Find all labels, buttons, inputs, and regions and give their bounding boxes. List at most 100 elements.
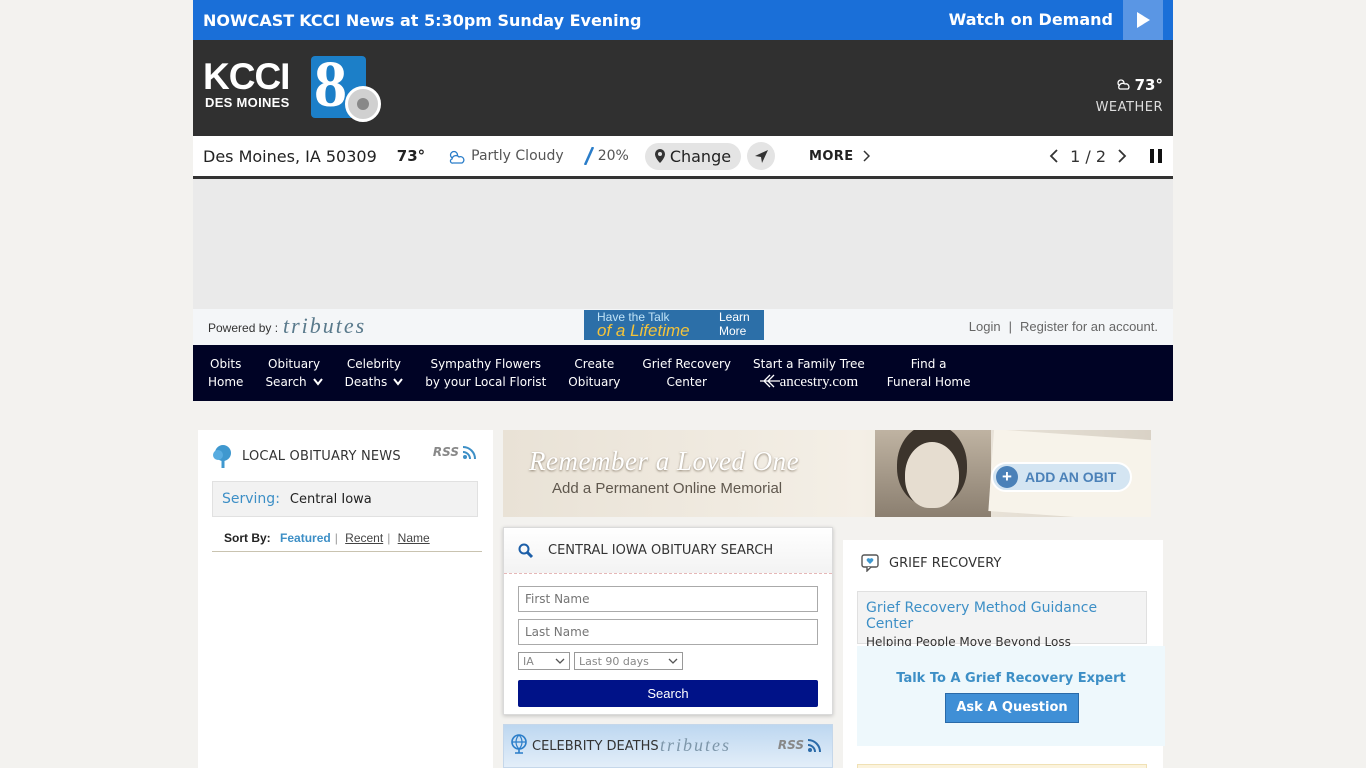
chevron-down-icon <box>393 378 403 386</box>
cbs-eye-icon <box>345 86 381 122</box>
nowcast-title[interactable]: KCCI News at 5:30pm Sunday Evening <box>299 11 641 30</box>
range-value: Last 90 days <box>579 654 649 668</box>
nav-line1: Start a Family Tree <box>753 357 865 371</box>
rss-label: RSS <box>432 445 459 459</box>
map-pin-icon <box>654 149 665 163</box>
obituary-search-panel: CENTRAL IOWA OBITUARY SEARCH IA Last 90 … <box>503 527 833 715</box>
page-wrapper: NOWCAST KCCI News at 5:30pm Sunday Eveni… <box>193 0 1173 401</box>
rss-icon <box>463 446 476 459</box>
logo-subtext: DES MOINES <box>205 95 290 110</box>
serving-label: Serving: <box>222 491 280 507</box>
nav-line1: Create <box>574 357 615 371</box>
remember-loved-one-banner[interactable]: Remember a Loved One Add a Permanent Onl… <box>503 430 1151 517</box>
chevron-left-icon[interactable] <box>1049 149 1058 163</box>
nav-obituary-search[interactable]: Obituary Search <box>254 355 333 391</box>
weather-condition-text: Partly Cloudy <box>471 148 564 164</box>
kcci-logo[interactable]: KCCI DES MOINES 8 <box>203 50 388 122</box>
station-header: KCCI DES MOINES 8 73° WEATHER <box>193 40 1173 136</box>
panel-title: LOCAL OBITUARY NEWS <box>242 448 401 464</box>
nav-create-obituary[interactable]: Create Obituary <box>557 355 631 391</box>
sort-name-link[interactable]: Name <box>398 531 430 545</box>
header-weather-temp: 73° <box>1096 76 1163 94</box>
change-location-button[interactable]: Change <box>644 142 742 170</box>
banner-headline: Remember a Loved One <box>529 446 800 476</box>
change-label: Change <box>669 146 732 166</box>
obituary-nav: Obits Home Obituary Search Celebrity Deaths… <box>193 345 1173 401</box>
chevron-right-icon[interactable] <box>1118 149 1127 163</box>
nav-find-funeral-home[interactable]: Find a Funeral Home <box>876 355 982 391</box>
ask-question-button[interactable]: Ask A Question <box>945 693 1079 723</box>
header-weather-link[interactable]: 73° WEATHER <box>1096 76 1163 115</box>
rss-link[interactable]: RSS <box>778 738 822 752</box>
panel-header: LOCAL OBITUARY NEWS <box>212 444 401 468</box>
pager-count: 1 / 2 <box>1070 146 1106 166</box>
ancestry-logo: ancestry.com <box>779 374 859 390</box>
watch-on-demand-link[interactable]: Watch on Demand <box>949 10 1113 29</box>
grief-guidance-link[interactable]: Grief Recovery Method Guidance Center <box>866 600 1138 632</box>
more-weather-link[interactable]: MORE <box>809 148 871 164</box>
divider: | <box>387 531 391 545</box>
talk-heading: Talk To A Grief Recovery Expert <box>896 671 1126 686</box>
state-select[interactable]: IA <box>518 652 570 670</box>
nav-sympathy-flowers[interactable]: Sympathy Flowers by your Local Florist <box>414 355 557 391</box>
rss-icon <box>808 739 821 752</box>
have-the-talk-ad[interactable]: Have the Talk of a Lifetime Learn More <box>584 310 764 340</box>
sort-bar: Sort By: Featured | Recent | Name <box>212 531 482 552</box>
weather-location: Des Moines, IA 50309 <box>203 146 377 166</box>
advertisement-area <box>193 179 1173 309</box>
heart-chat-icon <box>861 554 879 572</box>
more-label: MORE <box>809 148 854 164</box>
rss-link[interactable]: RSS <box>433 445 477 459</box>
last-name-input[interactable] <box>518 619 818 645</box>
nav-celebrity-deaths[interactable]: Celebrity Deaths <box>334 355 415 391</box>
globe-icon <box>511 734 527 754</box>
sort-featured-link[interactable]: Featured <box>280 531 331 545</box>
state-value: IA <box>523 654 534 668</box>
chevron-down-icon <box>312 378 323 386</box>
tributes-logo[interactable]: tributes <box>283 313 366 339</box>
next-section-box <box>857 764 1147 768</box>
chevron-down-icon <box>555 658 565 664</box>
nav-family-tree[interactable]: Start a Family Tree ancestry.com <box>742 355 876 391</box>
geolocate-button[interactable] <box>747 142 776 170</box>
add-an-obit-button[interactable]: + ADD AN OBIT <box>991 462 1133 492</box>
login-link[interactable]: Login <box>969 319 1001 334</box>
date-range-select[interactable]: Last 90 days <box>574 652 683 670</box>
portrait-photo <box>875 430 991 517</box>
nav-line1: Find a <box>910 357 947 371</box>
search-title: CENTRAL IOWA OBITUARY SEARCH <box>548 543 774 558</box>
header-weather-label: WEATHER <box>1095 100 1163 115</box>
logo-number: 8 <box>314 48 347 121</box>
pause-icon[interactable] <box>1149 149 1163 163</box>
weather-temp: 73° <box>396 147 426 165</box>
nav-line2: Home <box>208 375 244 389</box>
nav-grief-recovery[interactable]: Grief Recovery Center <box>631 355 742 391</box>
grief-recovery-panel: GRIEF RECOVERY Grief Recovery Method Gui… <box>843 540 1165 768</box>
first-name-input[interactable] <box>518 586 818 612</box>
weather-condition: Partly Cloudy <box>447 148 564 164</box>
weather-precip: 20% <box>583 147 629 165</box>
nowcast-bar[interactable]: NOWCAST KCCI News at 5:30pm Sunday Eveni… <box>193 0 1173 40</box>
sort-recent-link[interactable]: Recent <box>345 531 383 545</box>
nav-line1: Obits <box>210 357 242 371</box>
nav-line2: by your Local Florist <box>425 375 547 389</box>
nav-obits-home[interactable]: Obits Home <box>197 355 254 391</box>
weather-precip-value: 20% <box>597 148 629 164</box>
partly-cloudy-icon <box>449 150 465 164</box>
search-button[interactable]: Search <box>518 680 818 707</box>
sort-label: Sort By: <box>224 531 271 545</box>
account-links: Login | Register for an account. <box>969 319 1158 334</box>
nav-line1: Sympathy Flowers <box>430 357 542 371</box>
serving-region: Serving: Central Iowa <box>212 481 478 517</box>
play-icon <box>1137 12 1150 28</box>
register-link[interactable]: Register for an account. <box>1020 319 1158 334</box>
divider: | <box>334 531 338 545</box>
tributes-logo: tributes <box>660 735 732 755</box>
nav-line1: Celebrity <box>346 357 402 371</box>
talk-to-expert-box: Talk To A Grief Recovery Expert Ask A Qu… <box>857 646 1165 746</box>
celebrity-deaths-panel: CELEBRITY DEATHS tributes RSS <box>503 724 833 768</box>
rss-label: RSS <box>777 738 804 752</box>
search-icon <box>518 543 534 558</box>
play-button[interactable] <box>1123 0 1163 40</box>
grief-header: GRIEF RECOVERY <box>861 554 1001 572</box>
